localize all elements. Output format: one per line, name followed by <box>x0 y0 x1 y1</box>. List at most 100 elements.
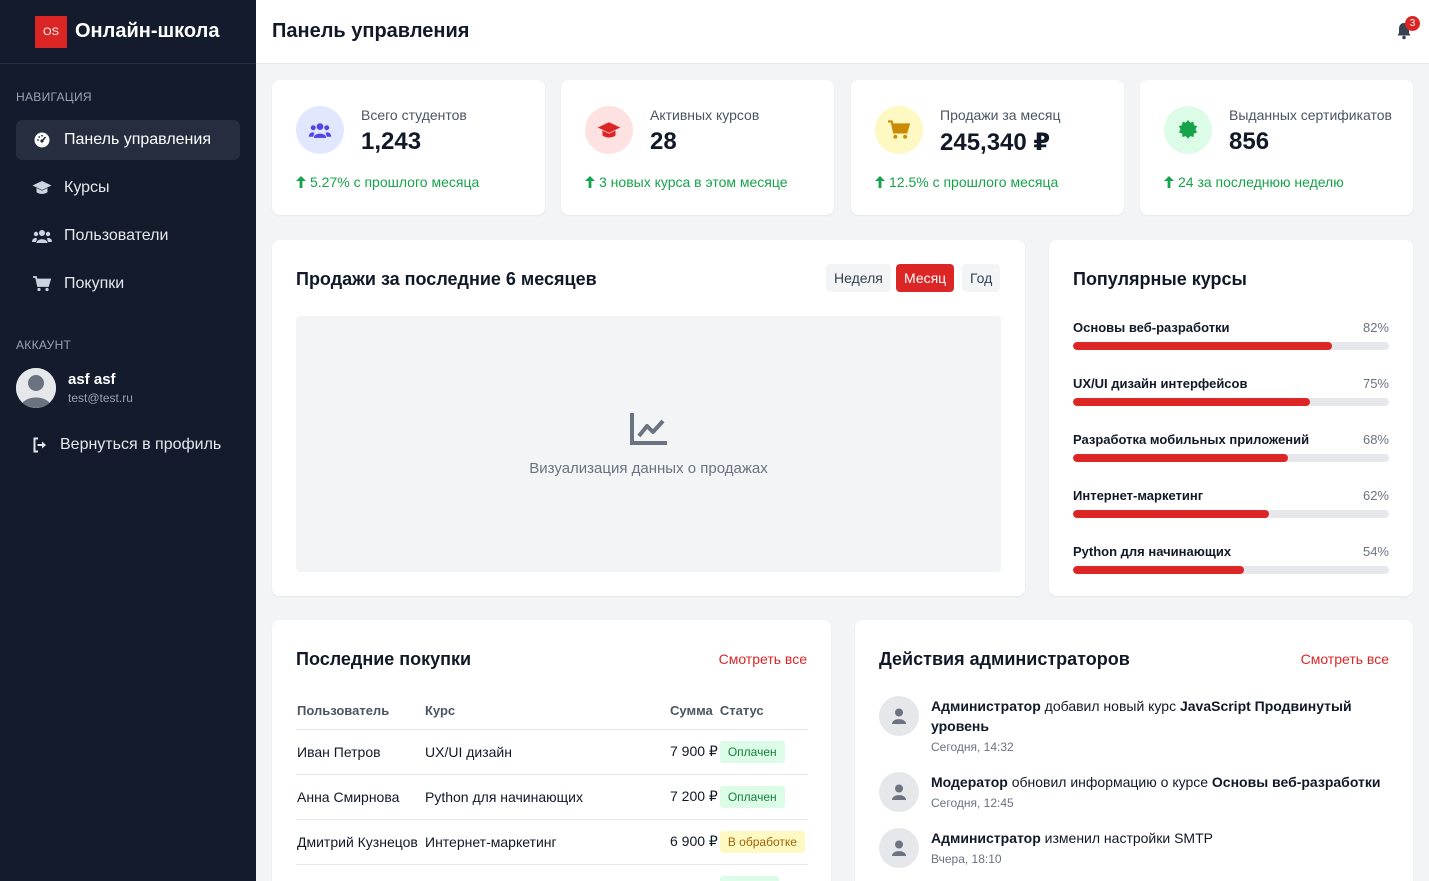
action-actor: Администратор <box>931 698 1041 714</box>
period-month-button[interactable]: Месяц <box>896 264 955 292</box>
sidebar-item-label: Панель управления <box>64 131 211 148</box>
stat-value: 28 <box>650 128 677 155</box>
purchases-see-all-link[interactable]: Смотреть все <box>719 651 807 667</box>
course-name: Основы веб-разработки <box>1073 319 1230 335</box>
sidebar-item-label: Покупки <box>64 275 125 292</box>
brand[interactable]: OS Онлайн-школа <box>0 0 256 64</box>
purchase-course: Python для начинающих <box>424 774 669 820</box>
sales-title: Продажи за последние 6 месяцев <box>296 269 597 289</box>
action-time: Вчера, 18:10 <box>931 852 1002 866</box>
graduation-cap-icon <box>32 178 52 198</box>
action-verb: добавил новый курс <box>1044 698 1177 714</box>
admin-action-item: Администратор изменил настройки SMTP Вче… <box>879 828 1391 868</box>
sidebar-nav: Панель управления Курсы Пользователи Пок… <box>16 120 240 312</box>
course-percent: 75% <box>1362 375 1389 391</box>
admin-action-text: Администратор добавил новый курс JavaScr… <box>931 696 1391 736</box>
progress-track <box>1073 454 1389 462</box>
purchase-user: Анна Смирнова <box>296 774 424 820</box>
status-badge <box>719 875 780 881</box>
user-icon <box>879 772 919 812</box>
sales-card: Продажи за последние 6 месяцев Неделя Ме… <box>272 240 1025 596</box>
user-icon <box>879 828 919 868</box>
stat-change: 3 новых курса в этом месяце <box>585 174 788 190</box>
back-to-profile-link[interactable]: Вернуться в профиль <box>32 425 221 465</box>
user-icon <box>879 696 919 736</box>
popular-title: Популярные курсы <box>1073 269 1247 289</box>
stat-change-text: 5.27% с прошлого месяца <box>310 174 480 190</box>
course-name: Интернет-маркетинг <box>1073 487 1204 503</box>
status-badge: Оплачен <box>719 740 785 763</box>
purchase-status-cell: Оплачен <box>718 729 808 775</box>
page-title: Панель управления <box>272 20 470 42</box>
action-actor: Администратор <box>931 830 1041 846</box>
purchase-status-cell: Оплачен <box>718 774 808 820</box>
popular-course-item: Интернет-маркетинг 62% <box>1073 486 1389 518</box>
progress-track <box>1073 342 1389 350</box>
stat-value: 1,243 <box>361 128 422 155</box>
status-badge: В обработке <box>719 830 805 853</box>
sidebar-item-users[interactable]: Пользователи <box>16 216 240 256</box>
stat-change-text: 3 новых курса в этом месяце <box>599 174 788 190</box>
popular-course-item: Основы веб-разработки 82% <box>1073 318 1389 350</box>
admin-action-item: Администратор добавил новый курс JavaScr… <box>879 696 1391 754</box>
stat-label: Всего студентов <box>361 107 467 123</box>
sidebar-item-label: Курсы <box>64 179 110 196</box>
column-header: Сумма <box>669 692 719 730</box>
table-row[interactable]: Анна Смирнова Python для начинающих 7 200 … <box>296 774 808 820</box>
table-row[interactable]: Дмитрий Кузнецов Интернет-маркетинг 6 900 … <box>296 819 808 865</box>
stat-value: 856 <box>1229 128 1270 155</box>
admin-action-text: Администратор изменил настройки SMTP <box>931 828 1213 848</box>
action-verb: обновил информацию о курсе <box>1011 774 1209 790</box>
table-row[interactable]: Иван Петров UX/UI дизайн 7 900 ₽ Оплачен <box>296 729 808 775</box>
arrow-up-icon <box>585 176 595 188</box>
table-row[interactable] <box>296 864 808 881</box>
sidebar-item-purchases[interactable]: Покупки <box>16 264 240 304</box>
progress-fill <box>1073 510 1269 518</box>
admin-see-all-link[interactable]: Смотреть все <box>1301 651 1389 667</box>
course-name: Разработка мобильных приложений <box>1073 431 1310 447</box>
period-year-button[interactable]: Год <box>962 264 1001 292</box>
sidebar-item-courses[interactable]: Курсы <box>16 168 240 208</box>
column-header: Пользователь <box>296 692 424 730</box>
purchase-sum: 7 200 ₽ <box>669 774 719 820</box>
stat-value: 245,340 ₽ <box>940 129 1051 156</box>
users-icon <box>32 226 52 246</box>
action-target: Основы веб-разработки <box>1211 774 1381 790</box>
user-email: test@test.ru <box>68 391 133 405</box>
stat-label: Выданных сертификатов <box>1229 107 1392 123</box>
progress-track <box>1073 510 1389 518</box>
popular-course-item: Разработка мобильных приложений 68% <box>1073 430 1389 462</box>
stat-change: 24 за последнюю неделю <box>1164 174 1344 190</box>
sidebar-item-dashboard[interactable]: Панель управления <box>16 120 240 160</box>
purchase-sum: 7 900 ₽ <box>669 729 719 775</box>
popular-course-item: UX/UI дизайн интерфейсов 75% <box>1073 374 1389 406</box>
status-badge: Оплачен <box>719 785 785 808</box>
nav-section-title: НАВИГАЦИЯ <box>16 90 92 104</box>
action-time: Сегодня, 12:45 <box>931 796 1014 810</box>
table-header-row: Пользователь Курс Сумма Статус <box>296 692 808 730</box>
purchase-sum: 6 900 ₽ <box>669 819 719 865</box>
admin-action-item: Модератор обновил информацию о курсе Осн… <box>879 772 1391 812</box>
back-to-profile-label: Вернуться в профиль <box>60 436 222 453</box>
certificate-icon <box>1164 106 1212 154</box>
line-chart-icon <box>629 412 667 445</box>
arrow-up-icon <box>296 176 306 188</box>
progress-fill <box>1073 398 1310 406</box>
course-percent: 62% <box>1362 487 1389 503</box>
purchases-title: Последние покупки <box>296 649 472 669</box>
cart-icon <box>875 106 923 154</box>
action-verb: изменил настройки SMTP <box>1044 830 1213 846</box>
progress-track <box>1073 398 1389 406</box>
period-week-button[interactable]: Неделя <box>826 264 891 292</box>
progress-track <box>1073 566 1389 574</box>
purchases-table: Пользователь Курс Сумма Статус Иван Петр… <box>296 692 808 881</box>
stat-card-certificates: Выданных сертификатов 856 24 за последню… <box>1140 80 1413 215</box>
stat-label: Продажи за месяц <box>940 107 1061 123</box>
user-profile[interactable]: asf asf test@test.ru <box>16 368 133 408</box>
course-name: Python для начинающих <box>1073 543 1232 559</box>
popular-courses-card: Популярные курсы Основы веб-разработки 82… <box>1049 240 1413 596</box>
stat-card-students: Всего студентов 1,243 5.27% с прошлого м… <box>272 80 545 215</box>
stat-change-text: 24 за последнюю неделю <box>1178 174 1344 190</box>
column-header: Статус <box>718 692 808 730</box>
progress-fill <box>1073 454 1288 462</box>
